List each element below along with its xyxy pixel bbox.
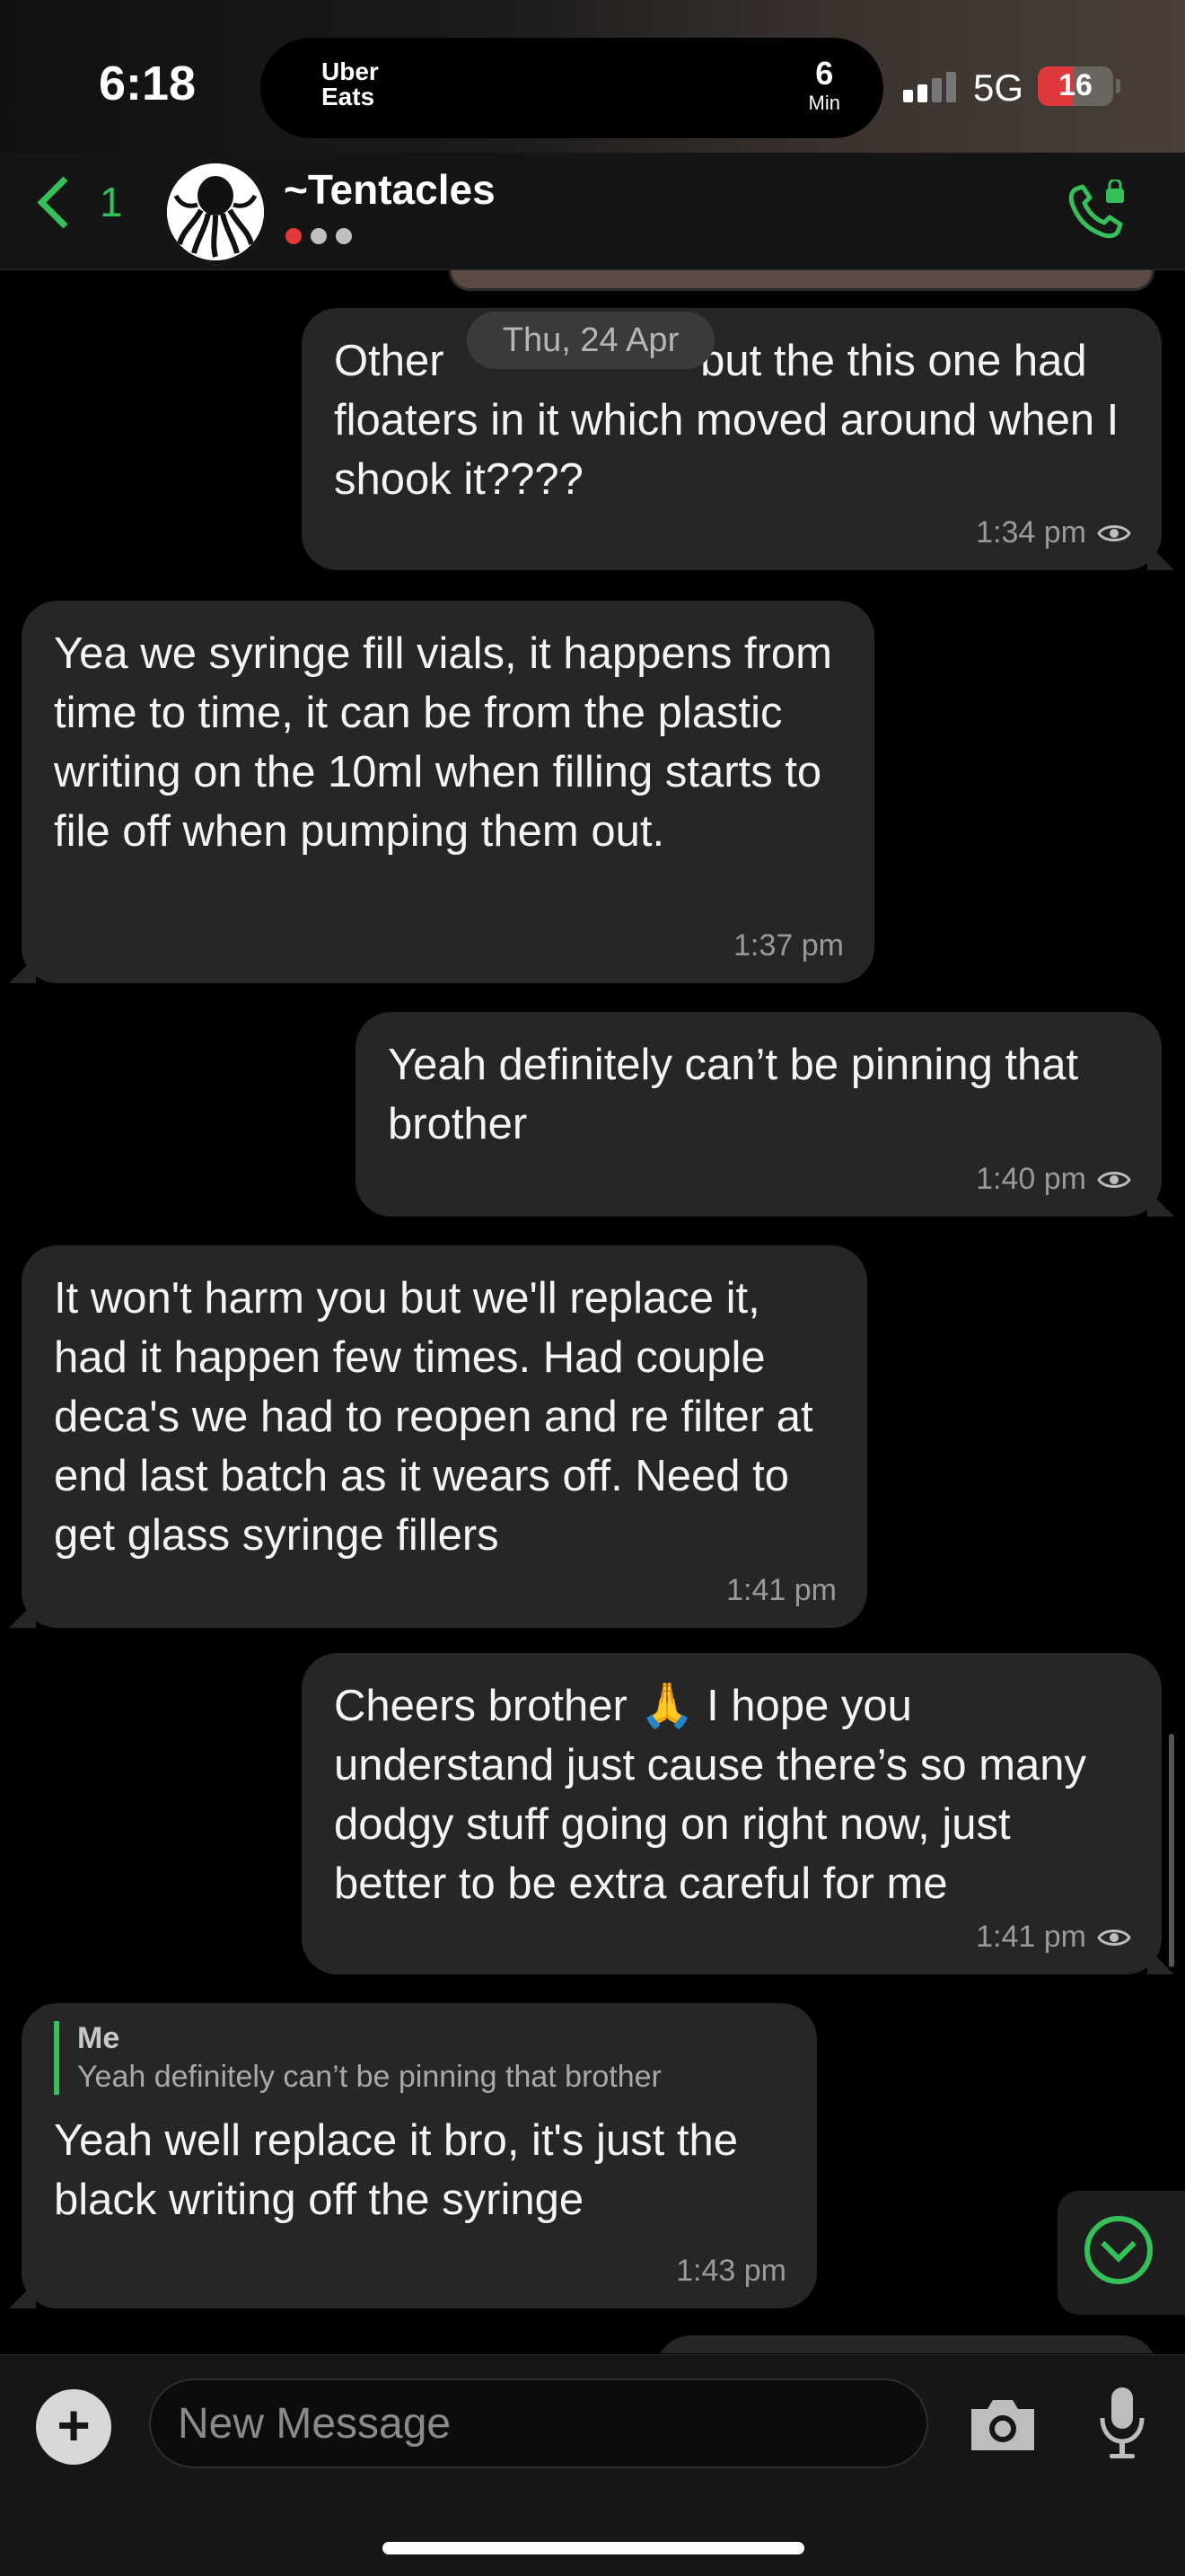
- message-meta: 1:43 pm: [676, 2254, 786, 2289]
- status-dots: [285, 228, 352, 244]
- chat-header: 1 ~Tentacles: [0, 153, 1185, 270]
- message-time: 1:41 pm: [726, 1573, 837, 1607]
- message-text: Yeah definitely can’t be pinning that br…: [388, 1041, 1079, 1148]
- secure-call-icon[interactable]: [1065, 180, 1128, 242]
- uber-eats-logo-line1: Uber: [321, 57, 379, 85]
- message-time: 1:37 pm: [733, 928, 844, 963]
- battery-level: 16: [1058, 68, 1093, 102]
- octopus-avatar-icon: [167, 163, 264, 260]
- back-button[interactable]: 1: [32, 176, 123, 228]
- back-unread-count: 1: [100, 179, 123, 225]
- scroll-indicator[interactable]: [1169, 1734, 1174, 1967]
- eta-minutes-unit: Min: [808, 92, 840, 114]
- message-meta: 1:37 pm: [733, 928, 844, 963]
- message-bubble-outgoing[interactable]: Other but the this one had floaters in i…: [302, 308, 1162, 570]
- message-text: Cheers brother 🙏 I hope you understand j…: [334, 1682, 1087, 1908]
- eye-icon: [1097, 1929, 1131, 1946]
- message-time: 1:43 pm: [676, 2254, 786, 2288]
- message-bubble-incoming[interactable]: It won't harm you but we'll replace it, …: [22, 1245, 867, 1628]
- uber-eats-logo: Uber Eats: [321, 59, 379, 110]
- message-bubble-incoming-reply[interactable]: Me Yeah definitely can’t be pinning that…: [22, 2003, 817, 2308]
- status-dot-2: [311, 228, 327, 244]
- praying-hands-emoji: 🙏: [639, 1682, 695, 1730]
- message-bubble-peek: [655, 2335, 1158, 2353]
- quoted-author: Me: [77, 2021, 120, 2055]
- message-meta: 1:40 pm: [976, 1162, 1131, 1197]
- microphone-icon[interactable]: [1097, 2386, 1147, 2461]
- message-bubble-outgoing[interactable]: Yeah definitely can’t be pinning that br…: [356, 1012, 1162, 1217]
- eta-minutes-value: 6: [815, 55, 834, 92]
- cellular-signal-icon: [903, 70, 957, 102]
- attach-plus-button[interactable]: +: [36, 2389, 111, 2465]
- message-time: 1:40 pm: [976, 1162, 1086, 1196]
- image-message-preview[interactable]: [449, 270, 1154, 291]
- scroll-to-bottom-button[interactable]: [1058, 2191, 1185, 2315]
- message-meta: 1:41 pm: [726, 1573, 837, 1608]
- contact-avatar[interactable]: [167, 163, 264, 260]
- message-composer: +: [0, 2354, 1185, 2576]
- message-bubble-incoming[interactable]: Yea we syringe fill vials, it happens fr…: [22, 601, 874, 983]
- status-dot-3: [336, 228, 352, 244]
- message-text: Yeah well replace it bro, it's just the …: [54, 2116, 739, 2224]
- status-time: 6:18: [99, 57, 197, 110]
- eye-icon: [1097, 1171, 1131, 1188]
- network-type: 5G: [973, 66, 1024, 109]
- quoted-text: Yeah definitely can’t be pinning that br…: [77, 2060, 662, 2094]
- uber-eats-logo-line2: Eats: [321, 83, 375, 110]
- message-time: 1:41 pm: [976, 1920, 1086, 1954]
- message-time: 1:34 pm: [976, 515, 1086, 549]
- live-activity-uber-eats[interactable]: Uber Eats 6 Min: [260, 38, 883, 138]
- status-dot-1: [285, 228, 302, 244]
- message-input[interactable]: [151, 2380, 926, 2466]
- message-list[interactable]: Thu, 24 Apr Other but the this one had f…: [0, 270, 1185, 2353]
- message-meta: 1:34 pm: [976, 515, 1131, 550]
- message-text: Yea we syringe fill vials, it happens fr…: [54, 629, 832, 856]
- eta-minutes: 6 Min: [809, 56, 840, 115]
- message-text: Other but the this one had floaters in i…: [334, 337, 1119, 504]
- contact-name[interactable]: ~Tentacles: [284, 165, 496, 214]
- home-indicator[interactable]: [382, 2542, 804, 2554]
- status-bar: 6:18 Uber Eats 6 Min 5G 16: [0, 0, 1185, 153]
- message-input-box[interactable]: [149, 2378, 928, 2468]
- chevron-down-circle-icon: [1084, 2216, 1153, 2284]
- eye-icon: [1097, 524, 1131, 541]
- quoted-message[interactable]: Me Yeah definitely can’t be pinning that…: [54, 2021, 785, 2095]
- message-bubble-outgoing[interactable]: Cheers brother 🙏 I hope you understand j…: [302, 1653, 1162, 1974]
- battery-icon: 16: [1038, 66, 1120, 106]
- camera-icon[interactable]: [966, 2391, 1040, 2456]
- message-meta: 1:41 pm: [976, 1920, 1131, 1955]
- message-text: It won't harm you but we'll replace it, …: [54, 1274, 813, 1560]
- chevron-left-icon: [37, 176, 90, 228]
- date-separator: Thu, 24 Apr: [467, 312, 715, 369]
